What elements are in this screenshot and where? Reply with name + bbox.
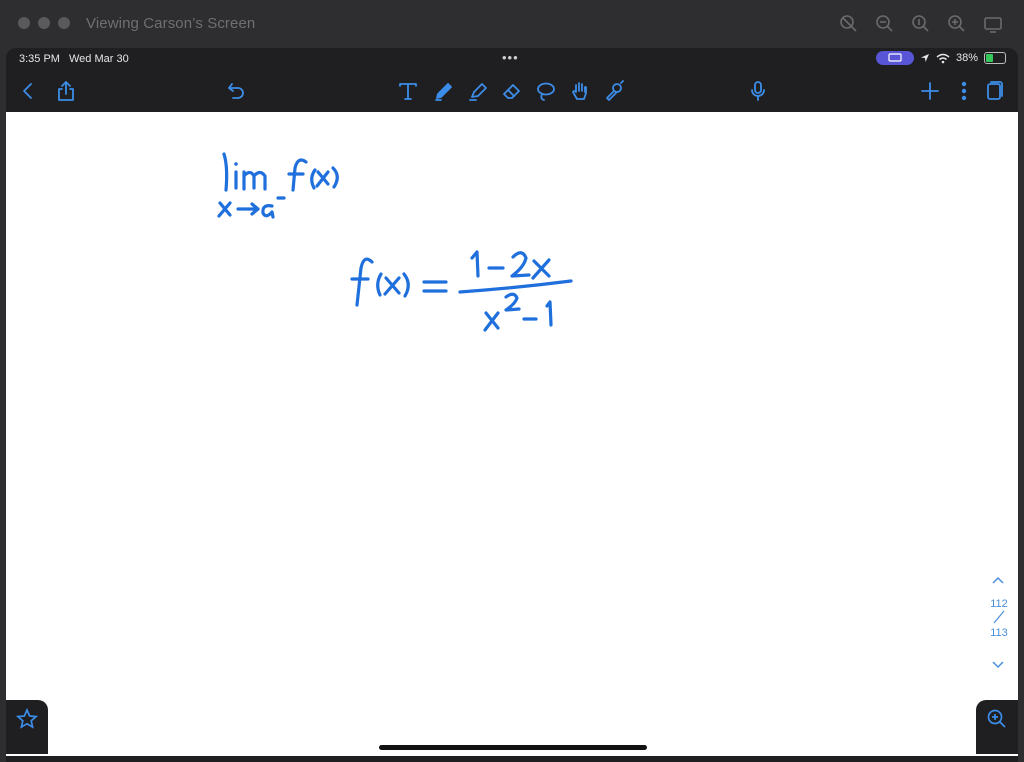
screen-share-icon (888, 53, 902, 62)
more-icon[interactable] (952, 79, 976, 103)
ink-numerator (470, 250, 551, 280)
page-separator-slash (993, 610, 1005, 624)
ink-f-of-x-equation (350, 257, 448, 307)
highlighter-icon[interactable] (466, 79, 490, 103)
undo-icon[interactable] (224, 79, 248, 103)
status-bar: 3:35 PM Wed Mar 30 ••• 38% (6, 48, 1018, 70)
microphone-icon[interactable] (746, 79, 770, 103)
current-page: 112 (990, 598, 1008, 610)
laser-pointer-icon[interactable] (602, 79, 626, 103)
battery-level (986, 54, 993, 62)
window-title: Viewing Carson’s Screen (86, 15, 256, 32)
close-window-button[interactable] (18, 17, 30, 29)
star-icon (16, 708, 38, 729)
goodnotes-toolbar (6, 70, 1018, 112)
zoom-window-button[interactable] (976, 700, 1018, 754)
zoom-actual-icon[interactable] (910, 13, 932, 35)
status-indicators: 38% (875, 51, 1006, 65)
ink-denominator (483, 292, 553, 332)
remote-viewer-window: Viewing Carson’s Screen 3:35 PM Wed Mar … (0, 0, 1024, 762)
share-icon[interactable] (54, 79, 78, 103)
zoom-out-icon[interactable] (874, 13, 896, 35)
zoom-in-icon[interactable] (946, 13, 968, 35)
pen-tool-icon[interactable] (432, 79, 456, 103)
add-icon[interactable] (918, 79, 942, 103)
screen-icon[interactable] (982, 13, 1004, 35)
lasso-icon[interactable] (534, 79, 558, 103)
text-tool-icon[interactable] (396, 79, 420, 103)
status-date: Wed Mar 30 (69, 53, 129, 65)
fullscreen-window-button[interactable] (58, 17, 70, 29)
back-icon[interactable] (16, 79, 40, 103)
ink-lim (222, 152, 267, 192)
favorite-button[interactable] (6, 700, 48, 754)
handwriting-layer (217, 152, 573, 332)
screen-sharing-pill (875, 51, 914, 65)
eraser-icon[interactable] (500, 79, 524, 103)
window-titlebar: Viewing Carson’s Screen (0, 0, 1024, 48)
location-icon (920, 54, 929, 62)
zoom-controls (838, 13, 1004, 35)
note-canvas[interactable]: 112 113 (6, 112, 1018, 756)
zoom-fit-icon[interactable] (838, 13, 860, 35)
minimize-window-button[interactable] (38, 17, 50, 29)
ink-x-to-a-minus (217, 196, 286, 219)
page-down-chevron-icon[interactable] (991, 657, 1005, 669)
ink-fraction-bar (458, 279, 573, 294)
page-indicator: 112 113 (984, 598, 1014, 639)
ipad-screen: 3:35 PM Wed Mar 30 ••• 38% 112 113 (6, 48, 1018, 762)
battery-percentage: 38% (955, 52, 978, 64)
battery-icon (984, 52, 1006, 64)
total-pages: 113 (990, 627, 1008, 639)
status-time: 3:35 PM (19, 53, 60, 65)
wifi-icon (936, 53, 950, 63)
ink-f-of-x-top (287, 158, 339, 192)
home-indicator[interactable] (379, 745, 647, 750)
page-up-chevron-icon[interactable] (991, 572, 1005, 584)
pages-icon[interactable] (983, 79, 1007, 103)
multitasking-dots[interactable]: ••• (502, 50, 519, 65)
zoom-plus-icon (987, 709, 1006, 728)
hand-icon[interactable] (568, 79, 592, 103)
